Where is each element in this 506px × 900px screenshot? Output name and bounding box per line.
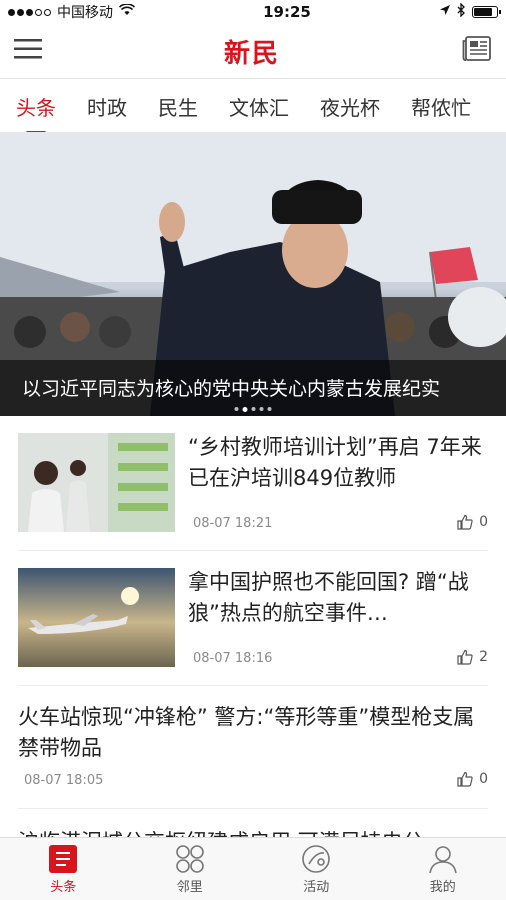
- nav-bar: 新民: [0, 24, 506, 79]
- tabbar-label: 我的: [429, 880, 456, 895]
- like-button[interactable]: 0: [457, 771, 488, 787]
- activity-icon: [302, 845, 331, 873]
- category-tabs: 头条 时政 民生 文体汇 夜光杯 帮侬忙: [0, 79, 506, 133]
- location-icon: [439, 4, 451, 20]
- carousel-dot[interactable]: [242, 407, 248, 412]
- tab-livelihood[interactable]: 民生: [158, 92, 198, 121]
- bluetooth-icon: [457, 2, 466, 21]
- news-thumbnail: [18, 433, 175, 532]
- news-time: 08-07 18:16: [193, 651, 273, 666]
- tabbar-activity[interactable]: 活动: [253, 838, 380, 900]
- tabbar-label: 头条: [50, 880, 77, 895]
- carousel-indicators: [234, 407, 272, 412]
- status-left: 中国移动: [8, 2, 136, 22]
- news-item[interactable]: 拿中国护照也不能回国? 蹭“战狼”热点的航空事件… 08-07 18:16 2: [18, 551, 488, 686]
- wifi-icon: [118, 3, 136, 20]
- news-time: 08-07 18:21: [193, 516, 273, 531]
- newspaper-icon[interactable]: [462, 36, 492, 66]
- news-title: 火车站惊现“冲锋枪” 警方:“等形等重”模型枪支属禁带物品: [18, 705, 475, 760]
- tab-night-cup[interactable]: 夜光杯: [320, 92, 380, 121]
- brand-logo: 新民: [223, 38, 280, 69]
- news-item[interactable]: 火车站惊现“冲锋枪” 警方:“等形等重”模型枪支属禁带物品 08-07 18:0…: [18, 686, 488, 809]
- tabbar-headlines[interactable]: 头条: [0, 838, 127, 900]
- hero-carousel[interactable]: 以习近平同志为核心的党中央关心内蒙古发展纪实: [0, 132, 506, 416]
- thumbs-up-icon: [457, 771, 473, 787]
- battery-icon: [472, 6, 501, 18]
- tabbar-label: 邻里: [176, 880, 203, 895]
- tab-politics[interactable]: 时政: [87, 92, 127, 121]
- neighborhood-icon: [175, 845, 204, 873]
- tabbar-label: 活动: [303, 880, 330, 895]
- tab-culture-sports[interactable]: 文体汇: [229, 92, 289, 121]
- news-item[interactable]: “乡村教师培训计划”再启 7年来已在沪培训849位教师 08-07 18:21 …: [18, 416, 488, 551]
- profile-icon: [428, 846, 457, 874]
- tabbar-neighborhood[interactable]: 邻里: [127, 838, 254, 900]
- thumbs-up-icon: [457, 649, 473, 665]
- hamburger-icon[interactable]: [14, 38, 42, 64]
- news-title: “乡村教师培训计划”再启 7年来已在沪培训849位教师: [188, 435, 482, 490]
- like-button[interactable]: 2: [457, 649, 488, 665]
- news-title: 拿中国护照也不能回国? 蹭“战狼”热点的航空事件…: [188, 570, 469, 625]
- thumbs-up-icon: [457, 514, 473, 530]
- news-time: 08-07 18:05: [24, 773, 104, 788]
- like-count: 0: [479, 771, 488, 787]
- carousel-dot[interactable]: [267, 407, 272, 411]
- tab-headlines[interactable]: 头条: [16, 92, 56, 133]
- like-count: 2: [479, 649, 488, 665]
- news-thumbnail: [18, 568, 175, 667]
- hero-caption-text: 以习近平同志为核心的党中央关心内蒙古发展纪实: [22, 378, 441, 400]
- carousel-dot[interactable]: [259, 407, 264, 411]
- like-button[interactable]: 0: [457, 514, 488, 530]
- status-bar: 中国移动 19:25: [0, 0, 506, 24]
- carousel-dot[interactable]: [234, 407, 239, 411]
- signal-icon: [8, 8, 51, 16]
- like-count: 0: [479, 514, 488, 530]
- bottom-tab-bar: 头条 邻里 活动 我的: [0, 837, 506, 900]
- news-list: “乡村教师培训计划”再启 7年来已在沪培训849位教师 08-07 18:21 …: [0, 416, 506, 809]
- status-right: [439, 2, 501, 21]
- carousel-dot[interactable]: [251, 407, 256, 411]
- headlines-icon: [49, 845, 78, 873]
- status-time: 19:25: [263, 3, 311, 21]
- tab-help[interactable]: 帮侬忙: [411, 92, 471, 121]
- tabbar-mine[interactable]: 我的: [380, 838, 506, 900]
- carrier-label: 中国移动: [57, 5, 113, 21]
